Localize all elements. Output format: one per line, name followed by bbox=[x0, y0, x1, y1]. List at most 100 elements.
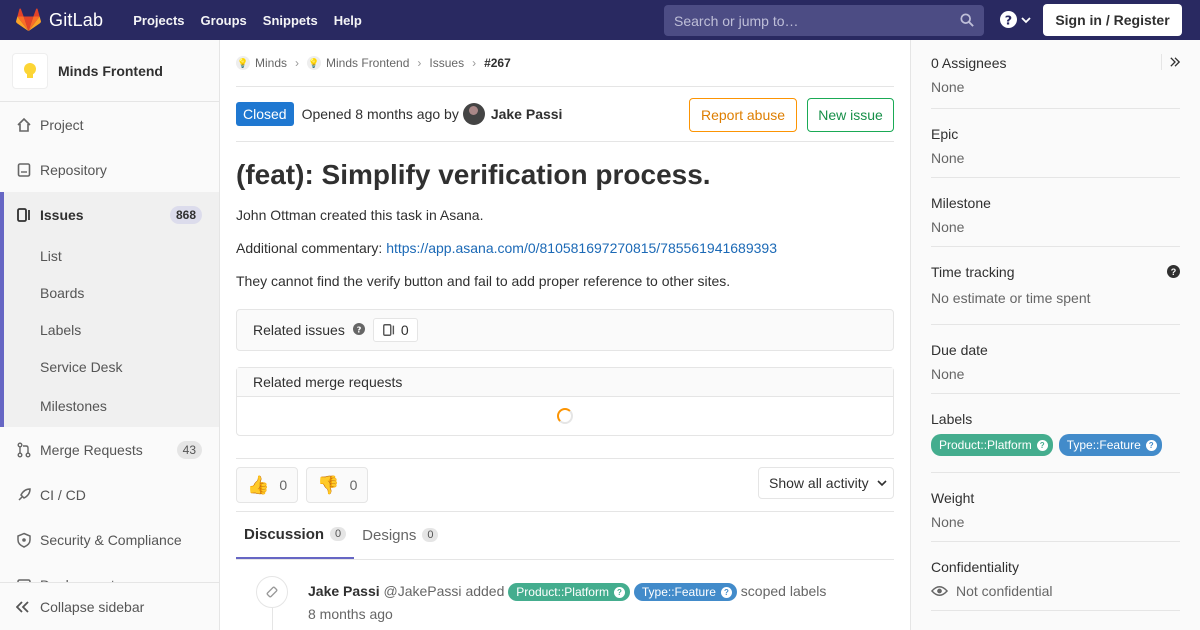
thumbs-up-count: 0 bbox=[279, 477, 288, 493]
thumbs-down-count: 0 bbox=[349, 477, 358, 493]
system-note: Jake Passi @JakePassi added Product::Pla… bbox=[236, 574, 894, 630]
labels-heading: Labels bbox=[931, 411, 973, 427]
breadcrumb-issues[interactable]: Issues bbox=[429, 56, 464, 70]
sidebar-item-project[interactable]: Project bbox=[0, 102, 219, 147]
label-product-platform[interactable]: Product::Platform ? bbox=[931, 434, 1053, 456]
new-issue-button[interactable]: New issue bbox=[807, 98, 894, 132]
label-help-icon: ? bbox=[1036, 439, 1048, 451]
search-input[interactable]: Search or jump to… bbox=[664, 5, 984, 36]
question-circle-icon: ? bbox=[1000, 11, 1017, 28]
related-issues-count[interactable]: 0 bbox=[372, 318, 418, 342]
description-line: They cannot find the verify button and f… bbox=[236, 273, 731, 289]
tab-designs[interactable]: Designs 0 bbox=[354, 511, 446, 559]
sidebar-subitem-milestones[interactable]: Milestones bbox=[4, 385, 219, 427]
note-suffix: scoped labels bbox=[740, 583, 827, 599]
thumbs-down-icon: 👎 bbox=[317, 474, 340, 495]
thumbs-up-button[interactable]: 👍 0 bbox=[236, 467, 299, 503]
thumbs-up-icon: 👍 bbox=[247, 474, 270, 495]
sidebar-item-issues[interactable]: Issues 868 bbox=[4, 192, 219, 237]
project-header[interactable]: Minds Frontend bbox=[0, 40, 219, 102]
label-help-icon: ? bbox=[613, 586, 625, 598]
confidentiality-heading: Confidentiality bbox=[931, 559, 1019, 575]
time-tracking-block: Time tracking No estimate or time spent … bbox=[931, 247, 1180, 325]
sidebar-item-label: Security & Compliance bbox=[40, 531, 182, 548]
report-abuse-button[interactable]: Report abuse bbox=[689, 98, 797, 132]
issue-main-content: 💡 Minds › 💡 Minds Frontend › Issues › #2… bbox=[236, 40, 894, 630]
asana-link[interactable]: https://app.asana.com/0/810581697270815/… bbox=[386, 240, 777, 256]
sidebar-subitem-labels[interactable]: Labels bbox=[4, 311, 219, 348]
question-circle-icon[interactable]: ? bbox=[1167, 265, 1180, 278]
left-sidebar: Minds Frontend Project Repository Issues… bbox=[0, 40, 220, 630]
chevron-down-icon bbox=[877, 480, 887, 487]
tab-label: Discussion bbox=[244, 525, 325, 543]
related-issues-block: Related issues ? 0 bbox=[236, 309, 894, 351]
confidentiality-value: Not confidential bbox=[956, 583, 1053, 599]
author-link[interactable]: Jake Passi bbox=[491, 106, 563, 122]
nav-help[interactable]: Help bbox=[326, 13, 370, 28]
label-type-feature[interactable]: Type::Feature ? bbox=[633, 583, 737, 602]
breadcrumb: 💡 Minds › 💡 Minds Frontend › Issues › #2… bbox=[236, 40, 894, 87]
sign-in-register-button[interactable]: Sign in / Register bbox=[1043, 4, 1182, 36]
sidebar-item-label: Merge Requests bbox=[40, 441, 143, 458]
related-issues-count-value: 0 bbox=[400, 322, 409, 338]
double-chevron-right-icon bbox=[1170, 57, 1181, 67]
sidebar-item-security[interactable]: Security & Compliance bbox=[0, 517, 219, 562]
note-username[interactable]: @JakePassi bbox=[384, 583, 462, 599]
search-placeholder: Search or jump to… bbox=[674, 12, 799, 29]
due-date-value: None bbox=[931, 366, 965, 382]
weight-block: Weight None bbox=[931, 473, 1180, 542]
label-text: Type::Feature bbox=[1066, 438, 1141, 452]
sidebar-item-label: Project bbox=[40, 116, 84, 133]
brand-name: GitLab bbox=[49, 9, 104, 30]
nav-snippets[interactable]: Snippets bbox=[255, 13, 326, 28]
weight-value: None bbox=[931, 514, 965, 530]
merge-icon bbox=[16, 442, 32, 458]
issue-title: (feat): Simplify verification process. bbox=[236, 159, 711, 190]
breadcrumb-issue-number[interactable]: #267 bbox=[484, 56, 511, 70]
gitlab-logo[interactable]: GitLab bbox=[16, 8, 103, 32]
svg-text:?: ? bbox=[356, 324, 361, 334]
tab-count: 0 bbox=[330, 527, 347, 541]
activity-filter-dropdown[interactable]: Show all activity bbox=[758, 467, 894, 499]
chevron-down-icon bbox=[1021, 16, 1031, 23]
issues-icon bbox=[16, 207, 32, 223]
sidebar-item-label: Issues bbox=[40, 206, 84, 223]
sidebar-subitem-list[interactable]: List bbox=[4, 237, 219, 274]
help-dropdown[interactable]: ? bbox=[1000, 11, 1031, 28]
sidebar-subitem-service-desk[interactable]: Service Desk bbox=[4, 348, 219, 385]
milestone-value: None bbox=[931, 219, 965, 235]
doc-icon bbox=[16, 162, 32, 178]
timeline-line bbox=[272, 608, 273, 630]
sidebar-item-merge-requests[interactable]: Merge Requests 43 bbox=[0, 427, 219, 472]
tab-label: Designs bbox=[362, 526, 417, 544]
related-mr-body bbox=[237, 397, 893, 435]
help-icon[interactable]: ? bbox=[352, 322, 365, 338]
opened-text: Opened 8 months ago by bbox=[301, 106, 459, 122]
nav-projects[interactable]: Projects bbox=[125, 13, 192, 28]
issues-section: Issues 868 List Boards Labels Service De… bbox=[0, 192, 219, 427]
author-avatar[interactable] bbox=[462, 103, 485, 125]
sidebar-subitem-boards[interactable]: Boards bbox=[4, 274, 219, 311]
tab-discussion[interactable]: Discussion 0 bbox=[236, 511, 355, 559]
status-badge: Closed bbox=[236, 102, 294, 126]
issues-icon bbox=[382, 324, 394, 336]
breadcrumb-minds[interactable]: Minds bbox=[255, 56, 287, 70]
collapse-sidebar-button[interactable]: Collapse sidebar bbox=[0, 582, 219, 630]
label-type-feature[interactable]: Type::Feature ? bbox=[1058, 434, 1162, 456]
tab-count: 0 bbox=[422, 528, 439, 542]
label-help-icon: ? bbox=[720, 586, 732, 598]
label-text: Product::Platform bbox=[516, 585, 609, 600]
project-name: Minds Frontend bbox=[58, 62, 163, 79]
gitlab-tanuki-icon bbox=[16, 8, 41, 32]
sidebar-item-repository[interactable]: Repository bbox=[0, 147, 219, 192]
breadcrumb-minds-frontend[interactable]: Minds Frontend bbox=[326, 56, 409, 70]
sidebar-item-ci-cd[interactable]: CI / CD bbox=[0, 472, 219, 517]
note-author[interactable]: Jake Passi bbox=[308, 583, 380, 599]
assignees-heading: 0 Assignees bbox=[931, 55, 1007, 71]
loading-spinner-icon bbox=[557, 408, 573, 424]
collapse-right-sidebar-button[interactable] bbox=[1161, 54, 1181, 70]
label-product-platform[interactable]: Product::Platform ? bbox=[508, 583, 630, 602]
nav-groups[interactable]: Groups bbox=[193, 13, 255, 28]
thumbs-down-button[interactable]: 👎 0 bbox=[306, 467, 369, 503]
related-mr-header: Related merge requests bbox=[237, 368, 893, 397]
